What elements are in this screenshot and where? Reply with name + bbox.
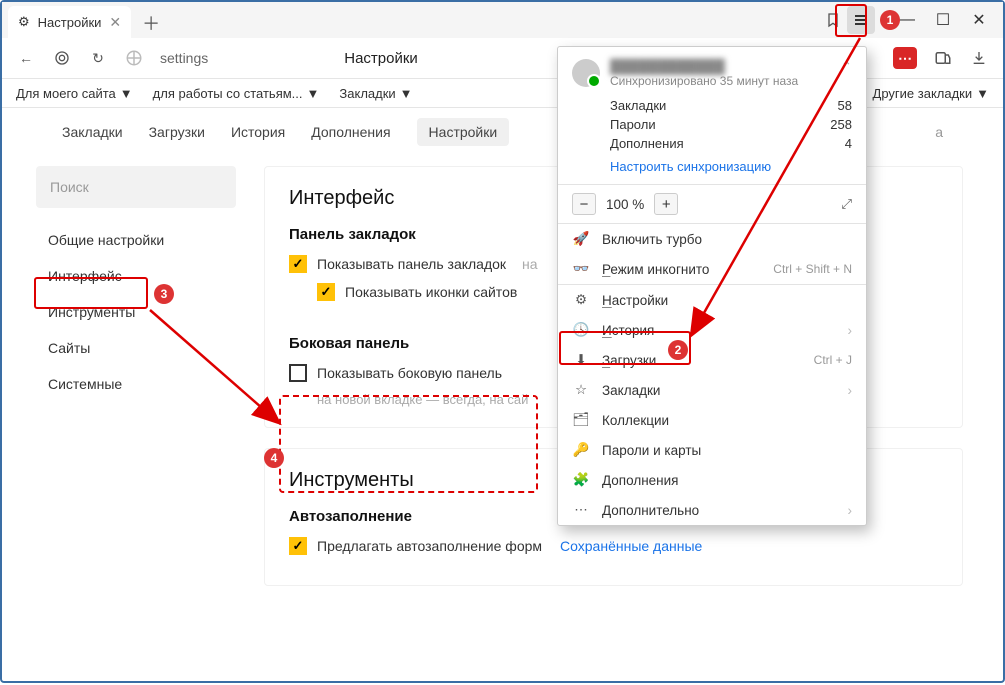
- close-tab-icon[interactable]: ✕: [109, 14, 121, 31]
- annotation-badge: 3: [154, 284, 174, 304]
- stat-label: Закладки: [610, 98, 666, 113]
- tab-history[interactable]: История: [231, 124, 285, 140]
- stat-value: 4: [845, 136, 852, 151]
- checkbox-label: Показывать панель закладок: [317, 256, 506, 272]
- checkbox-show-side-panel[interactable]: [289, 364, 307, 382]
- maximize-button[interactable]: ☐: [927, 6, 959, 34]
- download-icon: ⬇: [572, 352, 590, 368]
- zoom-in-button[interactable]: +: [654, 193, 678, 215]
- menu-more[interactable]: ⋯ Дополнительно ›: [558, 495, 866, 525]
- sync-settings-link[interactable]: Настроить синхронизацию: [558, 153, 866, 184]
- sidebar-item-system[interactable]: Системные: [36, 366, 236, 402]
- shortcut: Ctrl + Shift + N: [773, 262, 852, 276]
- download-icon[interactable]: [969, 48, 989, 68]
- menu-history[interactable]: 🕓 История ›: [558, 315, 866, 345]
- sidebar-item-sites[interactable]: Сайты: [36, 330, 236, 366]
- menu-settings[interactable]: ⚙ Настройки: [558, 285, 866, 315]
- tab-addons[interactable]: Дополнения: [311, 124, 390, 140]
- search-input[interactable]: Поиск: [36, 166, 236, 208]
- chevron-right-icon: ›: [848, 383, 853, 398]
- site-icon: [124, 48, 144, 68]
- annotation-badge: 1: [880, 10, 900, 30]
- main-menu-button[interactable]: [847, 6, 875, 34]
- sidebar-item-general[interactable]: Общие настройки: [36, 222, 236, 258]
- address-text[interactable]: settings: [160, 50, 208, 66]
- clock-icon: 🕓: [572, 322, 590, 338]
- menu-incognito[interactable]: 👓 Режим инкогнито Ctrl + Shift + N: [558, 254, 866, 284]
- sync-status: Синхронизировано 35 минут наза: [610, 74, 831, 88]
- browser-tab[interactable]: ⚙ Настройки ✕: [8, 6, 131, 38]
- fullscreen-icon[interactable]: ⤢: [841, 196, 852, 212]
- checkbox-autofill[interactable]: ✓: [289, 537, 307, 555]
- checkbox-show-site-icons[interactable]: ✓: [317, 283, 335, 301]
- bookmark-folder[interactable]: для работы со статьям... ▼: [153, 86, 320, 101]
- chevron-up-icon[interactable]: ⌃: [841, 59, 852, 75]
- stat-value: 258: [830, 117, 852, 132]
- annotation-badge: 2: [668, 340, 688, 360]
- translate-icon[interactable]: [933, 48, 953, 68]
- dots-icon: ⋯: [572, 502, 590, 518]
- close-window-button[interactable]: ✕: [963, 6, 995, 34]
- menu-user-block[interactable]: ████████████ Синхронизировано 35 минут н…: [558, 47, 866, 96]
- mask-icon: 👓: [572, 261, 590, 277]
- chevron-right-icon: ›: [848, 323, 853, 338]
- shortcut: Ctrl + J: [814, 353, 852, 367]
- zoom-value: 100 %: [606, 197, 644, 212]
- sidebar-item-interface[interactable]: Интерфейс: [36, 258, 236, 294]
- zoom-out-button[interactable]: −: [572, 193, 596, 215]
- home-button[interactable]: [52, 48, 72, 68]
- user-name-hidden: ████████████: [610, 59, 831, 74]
- menu-addons[interactable]: 🧩 Дополнения: [558, 465, 866, 495]
- gear-icon: ⚙: [572, 292, 590, 308]
- sidebar-item-tools[interactable]: Инструменты: [36, 294, 236, 330]
- menu-collections[interactable]: 🗂 Коллекции: [558, 405, 866, 435]
- main-menu-dropdown: ████████████ Синхронизировано 35 минут н…: [557, 46, 867, 526]
- reload-button[interactable]: ↻: [88, 48, 108, 68]
- key-icon: 🔑: [572, 442, 590, 458]
- menu-passwords[interactable]: 🔑 Пароли и карты: [558, 435, 866, 465]
- other-bookmarks[interactable]: Другие закладки ▼: [873, 86, 989, 101]
- puzzle-icon: 🧩: [572, 472, 590, 488]
- checkbox-label: Показывать иконки сайтов: [345, 284, 517, 300]
- avatar: [572, 59, 600, 87]
- stat-label: Пароли: [610, 117, 656, 132]
- menu-downloads[interactable]: ⬇ Загрузки Ctrl + J: [558, 345, 866, 375]
- star-icon: ☆: [572, 382, 590, 398]
- tab-bookmarks[interactable]: Закладки: [62, 124, 123, 140]
- bookmark-folder[interactable]: Закладки ▼: [339, 86, 412, 101]
- saved-data-link[interactable]: Сохранённые данные: [560, 538, 702, 554]
- stat-value: 58: [838, 98, 852, 113]
- menu-turbo[interactable]: 🚀 Включить турбо: [558, 224, 866, 254]
- label-suffix: на: [522, 256, 538, 272]
- tab-title: Настройки: [38, 15, 102, 30]
- tab-settings[interactable]: Настройки: [417, 118, 510, 146]
- titlebar: ⚙ Настройки ✕ ＋ — ☐ ✕: [2, 2, 1003, 38]
- gear-icon: ⚙: [18, 14, 30, 30]
- settings-sidebar: Поиск Общие настройки Интерфейс Инструме…: [36, 166, 236, 606]
- zoom-controls: − 100 % + ⤢: [558, 185, 866, 223]
- collection-icon: 🗂: [572, 412, 590, 428]
- page-title: Настройки: [344, 50, 418, 67]
- tab-extra: а: [935, 124, 943, 140]
- menu-bookmarks[interactable]: ☆ Закладки ›: [558, 375, 866, 405]
- rocket-icon: 🚀: [572, 231, 590, 247]
- back-button[interactable]: ←: [16, 48, 36, 68]
- extension-icon[interactable]: ⋯: [893, 47, 917, 69]
- annotation-badge: 4: [264, 448, 284, 468]
- stat-label: Дополнения: [610, 136, 684, 151]
- checkbox-label: Предлагать автозаполнение форм: [317, 538, 542, 554]
- bookmark-icon[interactable]: [823, 10, 843, 30]
- chevron-right-icon: ›: [848, 503, 853, 518]
- checkbox-label: Показывать боковую панель: [317, 365, 502, 381]
- checkbox-show-bookmark-panel[interactable]: ✓: [289, 255, 307, 273]
- new-tab-button[interactable]: ＋: [137, 9, 165, 37]
- tab-downloads[interactable]: Загрузки: [149, 124, 205, 140]
- bookmark-folder[interactable]: Для моего сайта ▼: [16, 86, 133, 101]
